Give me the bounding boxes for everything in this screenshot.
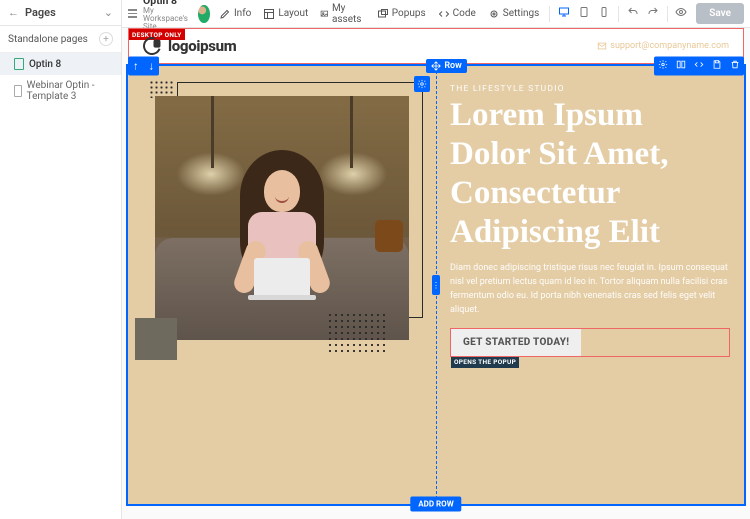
- row-toolbar: [654, 57, 744, 76]
- move-down-icon[interactable]: ↓: [144, 57, 160, 76]
- tablet-view-icon[interactable]: [575, 3, 593, 24]
- sidebar-item-optin8[interactable]: Optin 8: [0, 53, 121, 75]
- column-settings-icon[interactable]: [414, 76, 430, 92]
- row-delete-icon[interactable]: [726, 57, 744, 76]
- sidebar-header: ← Pages ⌄: [0, 0, 121, 26]
- canvas[interactable]: DESKTOP ONLY logoipsum support@companyna…: [122, 28, 750, 519]
- hero-image: [147, 88, 417, 348]
- opens-popup-badge: OPENS THE POPUP: [451, 357, 519, 368]
- hero-image-column[interactable]: [128, 66, 436, 375]
- code-button[interactable]: Code: [433, 5, 481, 23]
- info-button[interactable]: Info: [214, 5, 256, 23]
- eyebrow-text: THE LIFESTYLE STUDIO: [450, 84, 730, 94]
- topbar: Optin 8 My Workspace's Site Info Layout …: [122, 0, 750, 28]
- move-up-icon[interactable]: ↑: [128, 57, 144, 76]
- add-row-button[interactable]: ADD ROW: [410, 497, 461, 512]
- settings-button[interactable]: Settings: [483, 5, 545, 23]
- sidebar-section-label: Standalone pages: [8, 34, 88, 45]
- mobile-view-icon[interactable]: [595, 3, 613, 24]
- row-columns-icon[interactable]: [672, 57, 690, 76]
- row-save-icon[interactable]: [708, 57, 726, 76]
- decor-square: [135, 318, 177, 360]
- row-reorder-handles: ↑ ↓: [128, 57, 159, 76]
- hamburger-icon[interactable]: [128, 9, 137, 18]
- sidebar-item-webinar[interactable]: Webinar Optin - Template 3: [0, 75, 121, 107]
- assets-button[interactable]: My assets: [315, 0, 370, 28]
- hero-headline: Lorem Ipsum Dolor Sit Amet, Consectetur …: [450, 96, 730, 252]
- sidebar-title: Pages: [25, 6, 56, 19]
- avatar[interactable]: [198, 5, 210, 23]
- support-email-link[interactable]: support@companyname.com: [597, 41, 729, 51]
- column-resize-handle[interactable]: ⋮: [432, 275, 440, 295]
- layout-button[interactable]: Layout: [258, 5, 313, 23]
- row-settings-icon[interactable]: [654, 57, 672, 76]
- redo-icon[interactable]: [644, 3, 662, 24]
- page-title-block: Optin 8 My Workspace's Site: [143, 0, 190, 31]
- chevron-down-icon[interactable]: ⌄: [104, 6, 113, 19]
- hero-row[interactable]: ↑ ↓ Row ⋮ ADD ROW: [128, 66, 744, 504]
- cta-button[interactable]: GET STARTED TODAY!: [451, 329, 581, 356]
- save-button[interactable]: Save: [696, 3, 744, 24]
- back-icon[interactable]: ←: [8, 6, 19, 19]
- main-area: Optin 8 My Workspace's Site Info Layout …: [122, 0, 750, 519]
- row-label-handle[interactable]: Row: [426, 59, 466, 73]
- move-icon: [431, 61, 441, 71]
- page-icon: [14, 58, 24, 70]
- hero-text-column[interactable]: THE LIFESTYLE STUDIO Lorem Ipsum Dolor S…: [436, 66, 744, 375]
- pages-sidebar: ← Pages ⌄ Standalone pages + Optin 8 Web…: [0, 0, 122, 519]
- popups-button[interactable]: Popups: [372, 5, 431, 23]
- sidebar-section: Standalone pages +: [0, 26, 121, 53]
- cta-block[interactable]: DESKTOP ONLY GET STARTED TODAY! OPENS TH…: [450, 328, 730, 357]
- mail-icon: [597, 41, 607, 51]
- preview-icon[interactable]: [672, 3, 690, 24]
- undo-icon[interactable]: [624, 3, 642, 24]
- sidebar-item-label: Optin 8: [29, 59, 61, 70]
- add-page-button[interactable]: +: [99, 32, 113, 46]
- row-code-icon[interactable]: [690, 57, 708, 76]
- sidebar-item-label: Webinar Optin - Template 3: [27, 80, 111, 102]
- page-icon: [14, 85, 22, 97]
- decor-dots-icon: [327, 312, 387, 352]
- hero-subcopy: Diam donec adipiscing tristique risus ne…: [450, 262, 730, 318]
- desktop-view-icon[interactable]: [555, 3, 573, 24]
